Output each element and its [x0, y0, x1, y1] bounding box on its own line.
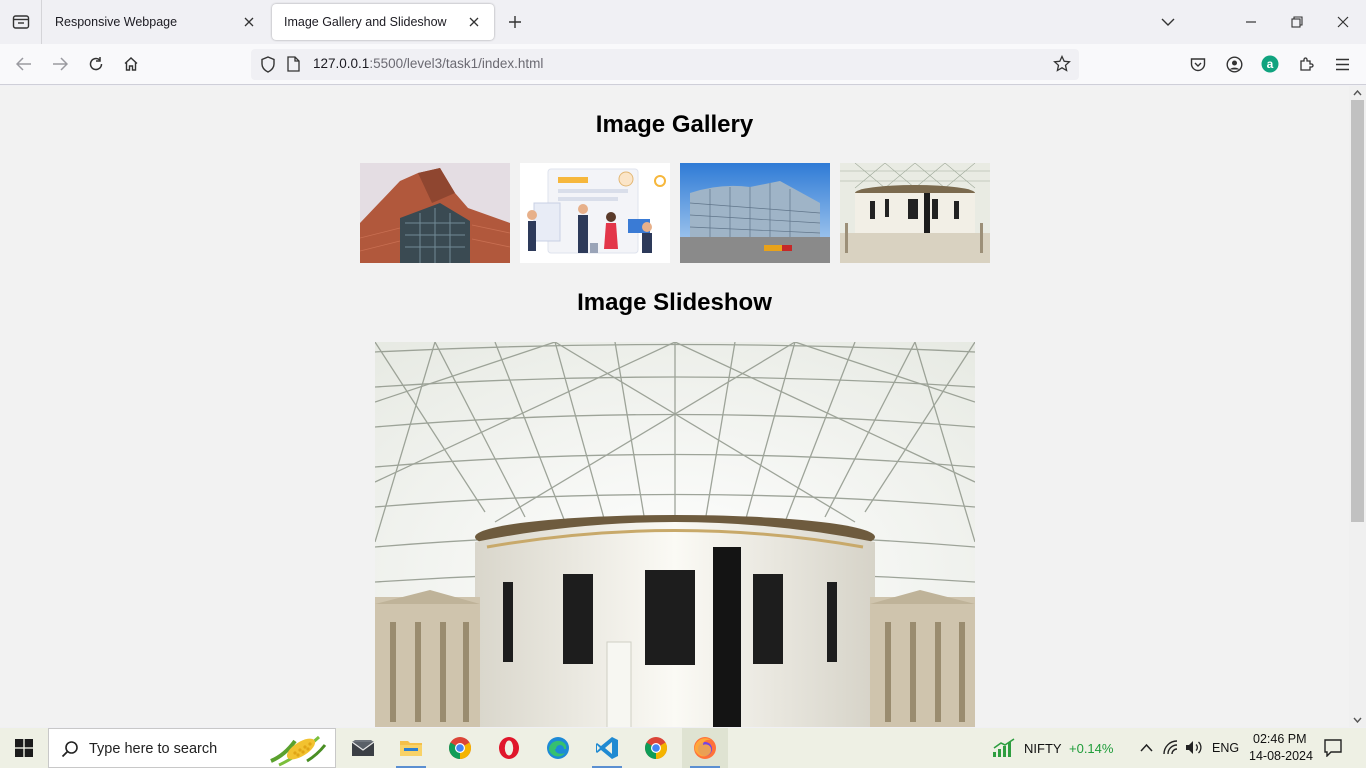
close-tab-button[interactable] — [466, 14, 482, 30]
forward-button[interactable] — [44, 48, 76, 80]
url-path: :5500/level3/task1/index.html — [369, 56, 544, 71]
minimize-button[interactable] — [1228, 0, 1274, 44]
stock-change: +0.14% — [1069, 741, 1114, 756]
search-icon — [61, 741, 78, 758]
chevron-up-icon[interactable] — [1140, 743, 1153, 752]
back-button[interactable] — [8, 48, 40, 80]
bookmark-star-icon[interactable] — [1053, 55, 1071, 73]
edge-icon — [547, 737, 569, 759]
close-icon — [469, 17, 479, 27]
hamburger-menu-icon — [1335, 58, 1349, 70]
stock-name: NIFTY — [1024, 741, 1062, 756]
firefox-icon — [694, 737, 716, 759]
chevron-up-icon — [1353, 90, 1362, 96]
url-text: 127.0.0.1:5500/level3/task1/index.html — [313, 56, 543, 71]
language-indicator[interactable]: ENG — [1212, 741, 1239, 755]
menu-button[interactable] — [1326, 48, 1358, 80]
taskbar-app-firefox[interactable] — [682, 728, 728, 768]
pocket-icon — [1190, 57, 1206, 71]
close-tab-button[interactable] — [241, 14, 257, 30]
page-scrollbar[interactable] — [1349, 86, 1366, 727]
vscode-icon — [596, 737, 618, 759]
taskbar-search-box[interactable]: Type here to search — [48, 728, 336, 768]
home-button[interactable] — [115, 48, 147, 80]
gallery-image-3[interactable] — [680, 163, 830, 263]
chrome-icon — [645, 737, 667, 759]
gallery-image-2[interactable] — [520, 163, 670, 263]
arrow-left-icon — [16, 57, 31, 71]
stock-chart-icon — [993, 738, 1015, 757]
search-placeholder: Type here to search — [89, 741, 218, 757]
chevron-down-icon — [1161, 18, 1175, 26]
tab-image-gallery[interactable]: Image Gallery and Slideshow — [272, 4, 494, 40]
clock-date[interactable]: 14-08-2024 — [1249, 749, 1313, 763]
restore-button[interactable] — [1274, 0, 1320, 44]
windows-logo-icon — [15, 739, 33, 757]
new-tab-button[interactable] — [501, 8, 529, 36]
start-button[interactable] — [0, 728, 48, 768]
slideshow-image[interactable] — [375, 342, 975, 727]
clock-time[interactable]: 02:46 PM — [1253, 732, 1307, 746]
restore-icon — [1291, 16, 1303, 28]
close-icon — [244, 17, 254, 27]
account-icon — [1225, 55, 1243, 73]
scroll-thumb[interactable] — [1351, 100, 1364, 522]
extensions-button[interactable] — [1290, 48, 1322, 80]
taskbar-app-chrome[interactable] — [437, 728, 483, 768]
shield-icon — [261, 56, 275, 73]
chevron-down-icon — [1353, 717, 1362, 723]
home-icon — [124, 57, 138, 71]
chrome-icon — [449, 737, 471, 759]
reload-icon — [89, 57, 103, 71]
tab-list-icon — [12, 15, 29, 29]
url-host: 127.0.0.1 — [313, 56, 370, 71]
puzzle-icon — [1300, 57, 1314, 71]
tab-title: Image Gallery and Slideshow — [284, 15, 447, 29]
folder-icon — [400, 741, 422, 756]
close-icon — [1337, 16, 1349, 28]
pocket-button[interactable] — [1182, 48, 1214, 80]
reload-button[interactable] — [80, 48, 112, 80]
taskbar-app-vscode[interactable] — [584, 728, 630, 768]
taskbar-app-file-explorer[interactable] — [388, 728, 434, 768]
page-icon — [287, 56, 300, 72]
extension-button[interactable]: a — [1254, 48, 1286, 80]
scroll-down-arrow[interactable] — [1349, 713, 1366, 727]
close-window-button[interactable] — [1320, 0, 1366, 44]
speaker-icon[interactable] — [1185, 740, 1204, 755]
minimize-icon — [1246, 21, 1256, 23]
opera-icon — [499, 737, 519, 759]
tab-responsive-webpage[interactable]: Responsive Webpage — [43, 4, 269, 40]
tab-overflow-button[interactable] — [1145, 0, 1191, 44]
plus-icon — [509, 16, 521, 28]
navigation-toolbar: 127.0.0.1:5500/level3/task1/index.html a — [0, 44, 1366, 85]
taskbar-app-opera[interactable] — [486, 728, 532, 768]
corn-highlight-icon — [270, 735, 327, 767]
taskbar-app-chrome-profile[interactable] — [633, 728, 679, 768]
arrow-right-icon — [53, 57, 68, 71]
extension-a-icon: a — [1261, 55, 1279, 73]
account-button[interactable] — [1218, 48, 1250, 80]
page-viewport: Image Gallery Image Slideshow — [0, 86, 1349, 727]
url-bar[interactable]: 127.0.0.1:5500/level3/task1/index.html — [251, 49, 1079, 80]
tab-strip: Responsive Webpage Image Gallery and Sli… — [0, 0, 1366, 44]
tab-title: Responsive Webpage — [55, 15, 178, 29]
wifi-icon[interactable] — [1163, 740, 1180, 755]
list-all-tabs-button[interactable] — [0, 0, 42, 44]
slideshow-heading: Image Slideshow — [577, 289, 772, 316]
taskbar-app-mail[interactable] — [340, 728, 386, 768]
scroll-up-arrow[interactable] — [1349, 86, 1366, 100]
gallery-image-4[interactable] — [840, 163, 990, 263]
mail-icon — [351, 740, 375, 756]
taskbar-app-edge[interactable] — [535, 728, 581, 768]
svg-text:a: a — [1267, 57, 1274, 71]
windows-taskbar: Type here to search NIFTY +0.14% ENG 02:… — [0, 728, 1366, 768]
gallery-image-1[interactable] — [360, 163, 510, 263]
gallery-heading: Image Gallery — [595, 111, 754, 138]
notification-icon[interactable] — [1324, 739, 1342, 757]
